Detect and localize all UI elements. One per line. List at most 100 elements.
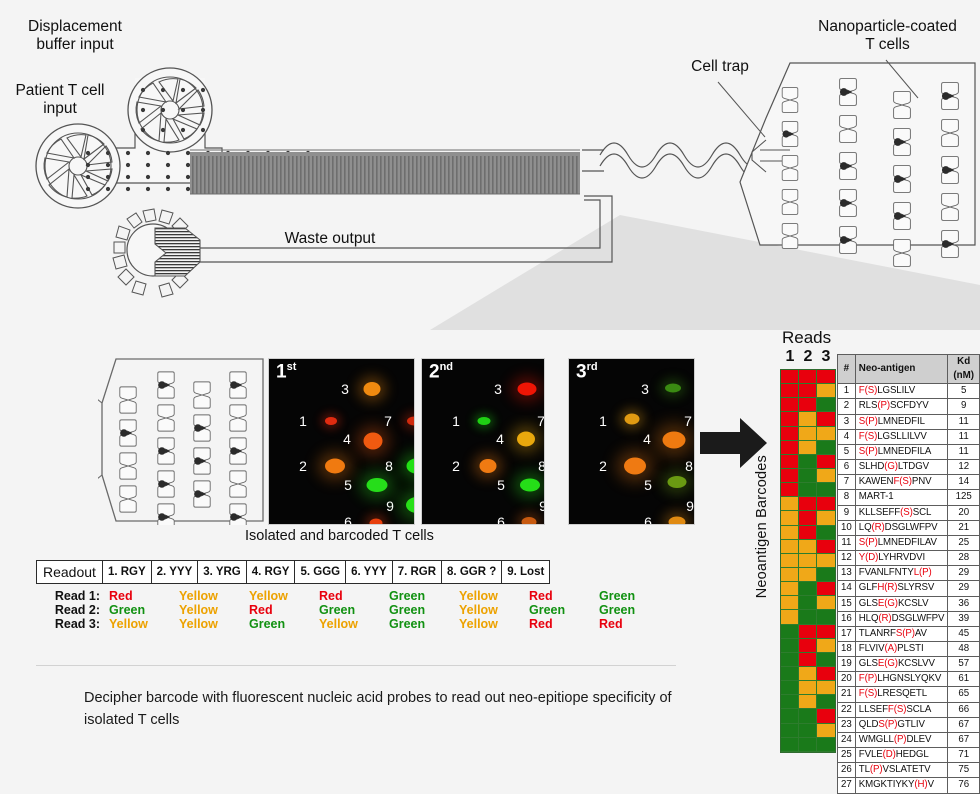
heatmap-cell bbox=[799, 652, 817, 667]
cell-number: 3 bbox=[341, 381, 349, 397]
readout-row-label: Readout bbox=[36, 560, 103, 584]
read-value: Yellow bbox=[459, 589, 498, 603]
neoantigen-index: 2 bbox=[837, 398, 856, 415]
heatmap-cell bbox=[799, 695, 817, 710]
neoantigen-barcodes-axis-label: Neoantigen Barcodes bbox=[754, 455, 770, 599]
cell-number: 7 bbox=[537, 413, 545, 429]
neoantigen-sequence: F(S)LGSLILV bbox=[854, 383, 949, 400]
neoantigen-row: 12 Y(D)LYHRVDVI 28 bbox=[837, 550, 980, 567]
heatmap-cell bbox=[799, 370, 817, 385]
heatmap-cell bbox=[799, 440, 817, 455]
cell-number: 9 bbox=[686, 498, 694, 514]
neoantigen-row: 16 HLQ(R)DSGLWFPV 39 bbox=[837, 610, 980, 627]
read-row-label: Read 3: bbox=[54, 617, 100, 631]
heatmap-cell bbox=[817, 695, 835, 710]
neoantigen-row: 3 S(P)LMNEDFIL 11 bbox=[837, 413, 980, 430]
fluorescent-cell bbox=[521, 517, 537, 524]
read-value: Green bbox=[599, 589, 636, 603]
neoantigen-row: 22 LLSEFF(S)SCLA 66 bbox=[837, 701, 980, 718]
neoantigen-sequence: GLSE(G)KCSLV bbox=[854, 595, 949, 612]
heatmap-cell bbox=[781, 370, 799, 385]
separation-channel bbox=[190, 149, 580, 195]
heatmap-cell bbox=[799, 468, 817, 484]
readout-column-3: 3. YRG bbox=[197, 560, 247, 584]
neoantigen-index: 27 bbox=[837, 777, 856, 794]
cell-number: 2 bbox=[599, 458, 607, 474]
waste-channel bbox=[200, 195, 613, 263]
heatmap-cell bbox=[781, 737, 799, 752]
heatmap-cell bbox=[781, 539, 799, 554]
heatmap-cell bbox=[817, 440, 835, 455]
neoantigen-kd: 39 bbox=[947, 610, 980, 627]
heatmap-cell bbox=[799, 511, 817, 526]
neoantigen-index: 1 bbox=[837, 383, 856, 400]
cell-number: 7 bbox=[684, 413, 692, 429]
displacement-buffer-port bbox=[127, 67, 213, 153]
neoantigen-sequence: FVANLFNTYL(P) bbox=[854, 565, 949, 582]
barcode-heatmap bbox=[780, 369, 836, 753]
cell-number: 8 bbox=[385, 458, 393, 474]
neoantigen-sequence: F(P)LHGNSLYQKV bbox=[854, 671, 949, 688]
heatmap-cell bbox=[781, 497, 799, 512]
label-waste-output: Waste output bbox=[284, 230, 376, 247]
heatmap-cell bbox=[817, 454, 835, 469]
heatmap-cell bbox=[799, 567, 817, 583]
read-value: Yellow bbox=[179, 603, 218, 617]
heatmap-cell bbox=[781, 511, 799, 526]
cell-number: 5 bbox=[644, 477, 652, 493]
heatmap-cell bbox=[781, 398, 799, 413]
heatmap-cell bbox=[799, 596, 817, 611]
neoantigen-row: 24 WMGLL(P)DLEV 67 bbox=[837, 731, 980, 749]
heatmap-cell bbox=[799, 723, 817, 738]
heatmap-cell bbox=[799, 582, 817, 597]
neoantigen-header-idx: # bbox=[837, 353, 856, 385]
heatmap-cell bbox=[817, 412, 835, 427]
read-value: Green bbox=[319, 603, 356, 617]
label-nanoparticle-coated-tcells: Nanoparticle-coated T cells bbox=[818, 18, 957, 53]
heatmap-cell bbox=[799, 709, 817, 724]
heatmap-cell bbox=[799, 681, 817, 696]
heatmap-cell bbox=[799, 610, 817, 625]
fluorescent-cell bbox=[406, 458, 414, 474]
heatmap-cell bbox=[799, 737, 817, 752]
neoantigen-index: 12 bbox=[837, 550, 856, 567]
fluorescent-cell bbox=[520, 478, 540, 492]
neoantigen-sequence: RLS(P)SCFDYV bbox=[854, 398, 949, 415]
neoantigen-row: 13 FVANLFNTYL(P) 29 bbox=[837, 565, 980, 582]
heatmap-cell bbox=[817, 596, 835, 611]
neoantigen-row: 11 S(P)LMNEDFILAV 25 bbox=[837, 534, 980, 552]
heatmap-cell bbox=[781, 553, 799, 568]
heatmap-cell bbox=[817, 384, 835, 399]
read-row: Read 2: Green Yellow Red Green Green Yellow Gre… bbox=[36, 603, 669, 617]
heatmap-cell bbox=[817, 553, 835, 568]
heatmap-cell bbox=[817, 525, 835, 540]
heatmap-cell bbox=[799, 426, 817, 441]
neoantigen-row: 7 KAWENF(S)PNV 14 bbox=[837, 474, 980, 491]
fluorescent-cell bbox=[366, 478, 388, 492]
neoantigen-kd: 25 bbox=[947, 534, 980, 552]
neoantigen-index: 23 bbox=[837, 716, 856, 733]
neoantigen-kd: 11 bbox=[947, 428, 980, 445]
label-displacement-buffer-input: Displacement buffer input bbox=[28, 18, 122, 53]
neoantigen-kd: 5 bbox=[947, 383, 980, 400]
neoantigen-sequence: FVLE(D)HEDGL bbox=[854, 747, 949, 764]
heatmap-cell bbox=[781, 384, 799, 399]
fluorescent-cell bbox=[624, 413, 640, 425]
heatmap-cell bbox=[799, 384, 817, 399]
read-value: Red bbox=[249, 603, 273, 617]
cell-number: 5 bbox=[344, 477, 352, 493]
neoantigen-row: 21 F(S)LRESQETL 65 bbox=[837, 686, 980, 703]
cell-number: 9 bbox=[539, 498, 544, 514]
fluorescent-cell bbox=[369, 518, 383, 524]
neoantigen-kd: 14 bbox=[947, 474, 980, 491]
cell-number: 8 bbox=[685, 458, 693, 474]
read-value: Red bbox=[529, 617, 553, 631]
cell-number: 2 bbox=[299, 458, 307, 474]
neoantigen-kd: 45 bbox=[947, 625, 980, 642]
neoantigen-kd: 48 bbox=[947, 640, 980, 658]
heatmap-cell bbox=[799, 483, 817, 498]
cell-number: 4 bbox=[496, 431, 504, 447]
neoantigen-row: 27 KMGKTIYKY(H)V 76 bbox=[837, 777, 980, 794]
read-value: Green bbox=[529, 603, 566, 617]
heatmap-cell bbox=[817, 426, 835, 441]
